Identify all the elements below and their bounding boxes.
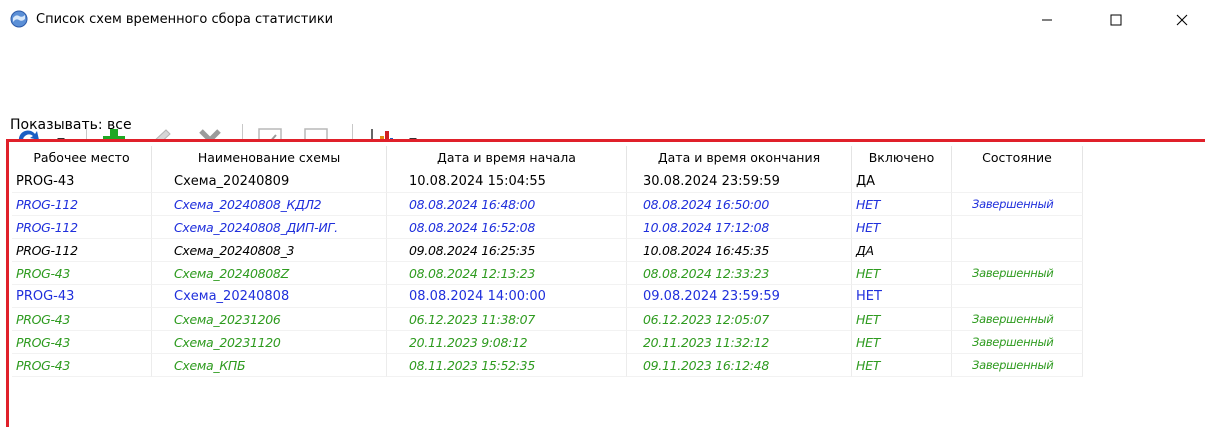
show-filter-label[interactable]: Показывать: все (10, 117, 132, 133)
app-globe-icon (10, 10, 28, 28)
maximize-icon (1110, 14, 1122, 26)
minimize-icon (1042, 19, 1052, 21)
column-header-workplace[interactable]: Рабочее место (12, 146, 152, 170)
cell-scheme-name: Схема_20240808 (152, 285, 387, 308)
cell-state: Завершенный (952, 308, 1083, 331)
cell-start-datetime: 08.08.2024 16:52:08 (387, 216, 627, 239)
cell-end-datetime: 10.08.2024 16:45:35 (627, 239, 852, 262)
cell-start-datetime: 10.08.2024 15:04:55 (387, 170, 627, 193)
cell-scheme-name: Схема_КПБ (152, 354, 387, 377)
list-focus-border-left (6, 139, 9, 427)
cell-end-datetime: 08.08.2024 12:33:23 (627, 262, 852, 285)
column-header-enabled[interactable]: Включено (852, 146, 952, 170)
cell-end-datetime: 09.08.2024 23:59:59 (627, 285, 852, 308)
cell-enabled: ДА (852, 170, 952, 193)
cell-state: Завершенный (952, 193, 1083, 216)
cell-workplace: PROG-43 (12, 170, 152, 193)
list-header: Рабочее место Наименование схемы Дата и … (12, 146, 1083, 170)
window-title: Список схем временного сбора статистики (36, 12, 334, 27)
cell-workplace: PROG-43 (12, 331, 152, 354)
column-header-scheme-name[interactable]: Наименование схемы (152, 146, 387, 170)
table-row[interactable]: PROG-43 Схема_20240809 10.08.2024 15:04:55… (12, 170, 1083, 193)
cell-start-datetime: 09.08.2024 16:25:35 (387, 239, 627, 262)
cell-enabled: НЕТ (852, 354, 952, 377)
list-focus-border-top (6, 139, 1205, 142)
table-row[interactable]: PROG-112 Схема_20240808_3 09.08.2024 16:25… (12, 239, 1083, 262)
cell-state: Завершенный (952, 262, 1083, 285)
cell-start-datetime: 08.08.2024 12:13:23 (387, 262, 627, 285)
cell-enabled: НЕТ (852, 308, 952, 331)
table-row[interactable]: PROG-43 Схема_20240808 08.08.2024 14:00:00… (12, 285, 1083, 308)
cell-end-datetime: 09.11.2023 16:12:48 (627, 354, 852, 377)
toolbar (0, 60, 1205, 158)
column-header-end-datetime[interactable]: Дата и время окончания (627, 146, 852, 170)
cell-end-datetime: 30.08.2024 23:59:59 (627, 170, 852, 193)
cell-start-datetime: 08.08.2024 16:48:00 (387, 193, 627, 216)
table-row[interactable]: PROG-43 Схема_20231120 20.11.2023 9:08:12 2… (12, 331, 1083, 354)
cell-scheme-name: Схема_20231120 (152, 331, 387, 354)
cell-start-datetime: 08.08.2024 14:00:00 (387, 285, 627, 308)
cell-end-datetime: 08.08.2024 16:50:00 (627, 193, 852, 216)
cell-end-datetime: 06.12.2023 12:05:07 (627, 308, 852, 331)
cell-start-datetime: 20.11.2023 9:08:12 (387, 331, 627, 354)
table-row[interactable]: PROG-43 Схема_20240808Z 08.08.2024 12:13:2… (12, 262, 1083, 285)
cell-state (952, 285, 1083, 308)
cell-state: Завершенный (952, 331, 1083, 354)
cell-scheme-name: Схема_20231206 (152, 308, 387, 331)
table-row[interactable]: PROG-43 Схема_КПБ 08.11.2023 15:52:35 09.11… (12, 354, 1083, 377)
cell-start-datetime: 08.11.2023 15:52:35 (387, 354, 627, 377)
cell-scheme-name: Схема_20240809 (152, 170, 387, 193)
cell-workplace: PROG-43 (12, 308, 152, 331)
title-bar: Список схем временного сбора статистики (0, 0, 1205, 40)
table-row[interactable]: PROG-43 Схема_20231206 06.12.2023 11:38:07… (12, 308, 1083, 331)
cell-workplace: PROG-112 (12, 239, 152, 262)
cell-workplace: PROG-112 (12, 193, 152, 216)
cell-state: Завершенный (952, 354, 1083, 377)
table-row[interactable]: PROG-112 Схема_20240808_ДИП-ИГ. 08.08.2024… (12, 216, 1083, 239)
cell-state (952, 239, 1083, 262)
cell-scheme-name: Схема_20240808_3 (152, 239, 387, 262)
column-header-start-datetime[interactable]: Дата и время начала (387, 146, 627, 170)
table-row[interactable]: PROG-112 Схема_20240808_КДЛ2 08.08.2024 16… (12, 193, 1083, 216)
cell-workplace: PROG-112 (12, 216, 152, 239)
minimize-button[interactable] (1024, 0, 1070, 40)
cell-workplace: PROG-43 (12, 285, 152, 308)
cell-end-datetime: 10.08.2024 17:12:08 (627, 216, 852, 239)
cell-enabled: НЕТ (852, 193, 952, 216)
cell-enabled: НЕТ (852, 285, 952, 308)
cell-scheme-name: Схема_20240808_ДИП-ИГ. (152, 216, 387, 239)
cell-state (952, 216, 1083, 239)
cell-enabled: НЕТ (852, 216, 952, 239)
cell-scheme-name: Схема_20240808Z (152, 262, 387, 285)
column-header-state[interactable]: Состояние (952, 146, 1083, 170)
cell-enabled: НЕТ (852, 262, 952, 285)
maximize-button[interactable] (1093, 0, 1139, 40)
cell-enabled: ДА (852, 239, 952, 262)
cell-state (952, 170, 1083, 193)
cell-workplace: PROG-43 (12, 262, 152, 285)
window: Список схем временного сбора статистики (0, 0, 1205, 427)
close-icon (1176, 14, 1188, 26)
cell-scheme-name: Схема_20240808_КДЛ2 (152, 193, 387, 216)
cell-workplace: PROG-43 (12, 354, 152, 377)
cell-end-datetime: 20.11.2023 11:32:12 (627, 331, 852, 354)
cell-start-datetime: 06.12.2023 11:38:07 (387, 308, 627, 331)
close-button[interactable] (1159, 0, 1205, 40)
cell-enabled: НЕТ (852, 331, 952, 354)
